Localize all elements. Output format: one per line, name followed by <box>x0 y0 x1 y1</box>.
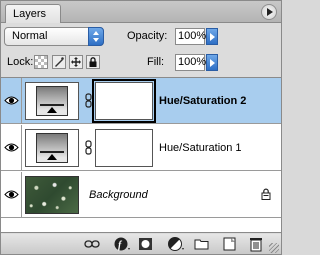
new-adjustment-layer-button[interactable] <box>167 236 185 252</box>
opacity-slider-arrow-icon[interactable] <box>206 28 218 45</box>
hue-saturation-icon <box>36 133 68 163</box>
layer-name: Background <box>89 189 148 201</box>
blend-opacity-row: Normal Opacity: 100% <box>1 27 281 49</box>
lock-label: Lock: <box>7 56 34 68</box>
lock-icon <box>261 188 271 200</box>
fill-input[interactable]: 100% <box>175 54 206 71</box>
lock-all-icon[interactable] <box>86 55 100 69</box>
select-arrows-icon[interactable] <box>88 27 104 46</box>
adjustment-layer-thumbnail <box>25 82 79 120</box>
eye-icon <box>4 143 19 152</box>
opacity-label: Opacity: <box>127 30 168 42</box>
eye-icon <box>4 96 19 105</box>
delete-layer-button[interactable] <box>247 236 265 252</box>
layer-mask-thumbnail[interactable] <box>92 79 156 123</box>
layer-name: Hue/Saturation 2 <box>159 95 247 107</box>
blend-mode-select[interactable]: Normal <box>4 27 104 46</box>
new-layer-icon <box>223 237 236 251</box>
panel-menu-icon[interactable] <box>261 4 277 20</box>
lock-fill-row: Lock: Fill: 100% <box>1 53 281 75</box>
adjustment-layer-thumbnail <box>25 129 79 167</box>
lock-position-icon[interactable] <box>69 55 83 69</box>
opacity-input[interactable]: 100% <box>175 28 206 45</box>
resize-grip[interactable] <box>269 243 279 253</box>
add-mask-button[interactable] <box>137 236 155 252</box>
layer-mask-thumbnail[interactable] <box>95 129 153 167</box>
layers-panel: Layers Normal Opacity: 100% Lock: Fill: … <box>0 0 282 255</box>
link-layers-icon <box>84 240 100 248</box>
tab-layers[interactable]: Layers <box>5 4 61 23</box>
lock-image-icon[interactable] <box>52 55 66 69</box>
panel-tab-bar: Layers <box>1 1 281 23</box>
layer-name: Hue/Saturation 1 <box>159 142 242 154</box>
fill-slider-arrow-icon[interactable] <box>206 54 218 71</box>
blend-mode-value: Normal <box>12 30 48 42</box>
layers-list: Hue/Saturation 2 Hue/Saturation 1 Backgr… <box>1 77 281 233</box>
visibility-toggle[interactable] <box>1 125 22 171</box>
new-adjustment-layer-icon <box>168 237 184 251</box>
new-group-icon <box>194 239 209 250</box>
layer-style-button[interactable]: f <box>113 236 131 252</box>
layer-row-background[interactable]: Background <box>1 172 281 218</box>
layer-row-hue-saturation-2[interactable]: Hue/Saturation 2 <box>1 78 281 124</box>
link-layers-button[interactable] <box>83 236 101 252</box>
new-group-button[interactable] <box>193 236 211 252</box>
chain-link-icon[interactable] <box>85 93 92 108</box>
visibility-toggle[interactable] <box>1 78 22 124</box>
lock-transparency-icon[interactable] <box>34 55 48 69</box>
eye-icon <box>4 190 19 199</box>
add-mask-icon <box>139 238 152 250</box>
fill-label: Fill: <box>147 56 165 68</box>
delete-layer-icon <box>250 238 262 252</box>
hue-saturation-icon <box>36 86 68 116</box>
background-thumbnail <box>25 176 79 214</box>
layer-style-icon: f <box>114 237 130 251</box>
layer-row-hue-saturation-1[interactable]: Hue/Saturation 1 <box>1 125 281 171</box>
visibility-toggle[interactable] <box>1 172 22 218</box>
new-layer-button[interactable] <box>221 236 239 252</box>
layers-toolbar: f <box>1 234 281 254</box>
chain-link-icon[interactable] <box>85 140 92 155</box>
